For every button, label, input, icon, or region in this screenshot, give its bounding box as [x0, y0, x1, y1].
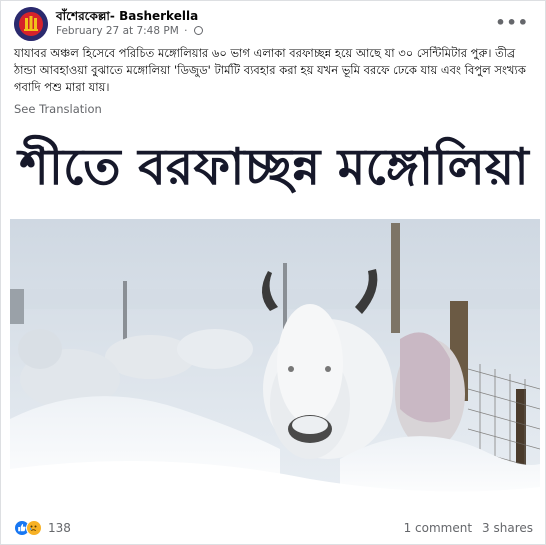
reaction-count: 138 — [48, 521, 71, 535]
globe-icon — [193, 26, 203, 35]
post-footer: 138 1 comment 3 shares — [14, 515, 533, 539]
sad-reaction-icon — [26, 520, 42, 536]
post-date[interactable]: February 27 at 7:48 PM — [56, 25, 179, 37]
post-text: যাযাবর অঞ্চল হিসেবে পরিচিত মঙ্গোলিয়ার ৬… — [14, 46, 526, 94]
post-photo[interactable] — [10, 219, 540, 505]
post-header: বাঁশেরকেল্লা- Basherkella February 27 at… — [14, 7, 533, 41]
shares-count-link[interactable]: 3 shares — [482, 521, 533, 535]
post-card: বাঁশেরকেল্লা- Basherkella February 27 at… — [0, 0, 546, 545]
see-translation-link[interactable]: See Translation — [14, 102, 102, 116]
page-avatar[interactable] — [14, 7, 48, 41]
engagement-stats: 1 comment 3 shares — [404, 521, 533, 535]
meta-separator: · — [184, 25, 188, 37]
snow-yak-image — [10, 219, 540, 505]
more-options-icon[interactable]: ••• — [495, 13, 529, 32]
post-meta: February 27 at 7:48 PM · — [56, 25, 203, 37]
comments-count-link[interactable]: 1 comment — [404, 521, 472, 535]
image-headline: শীতে বরফাচ্ছন্ন মঙ্গোলিয়া — [19, 137, 529, 196]
page-logo — [14, 7, 48, 41]
